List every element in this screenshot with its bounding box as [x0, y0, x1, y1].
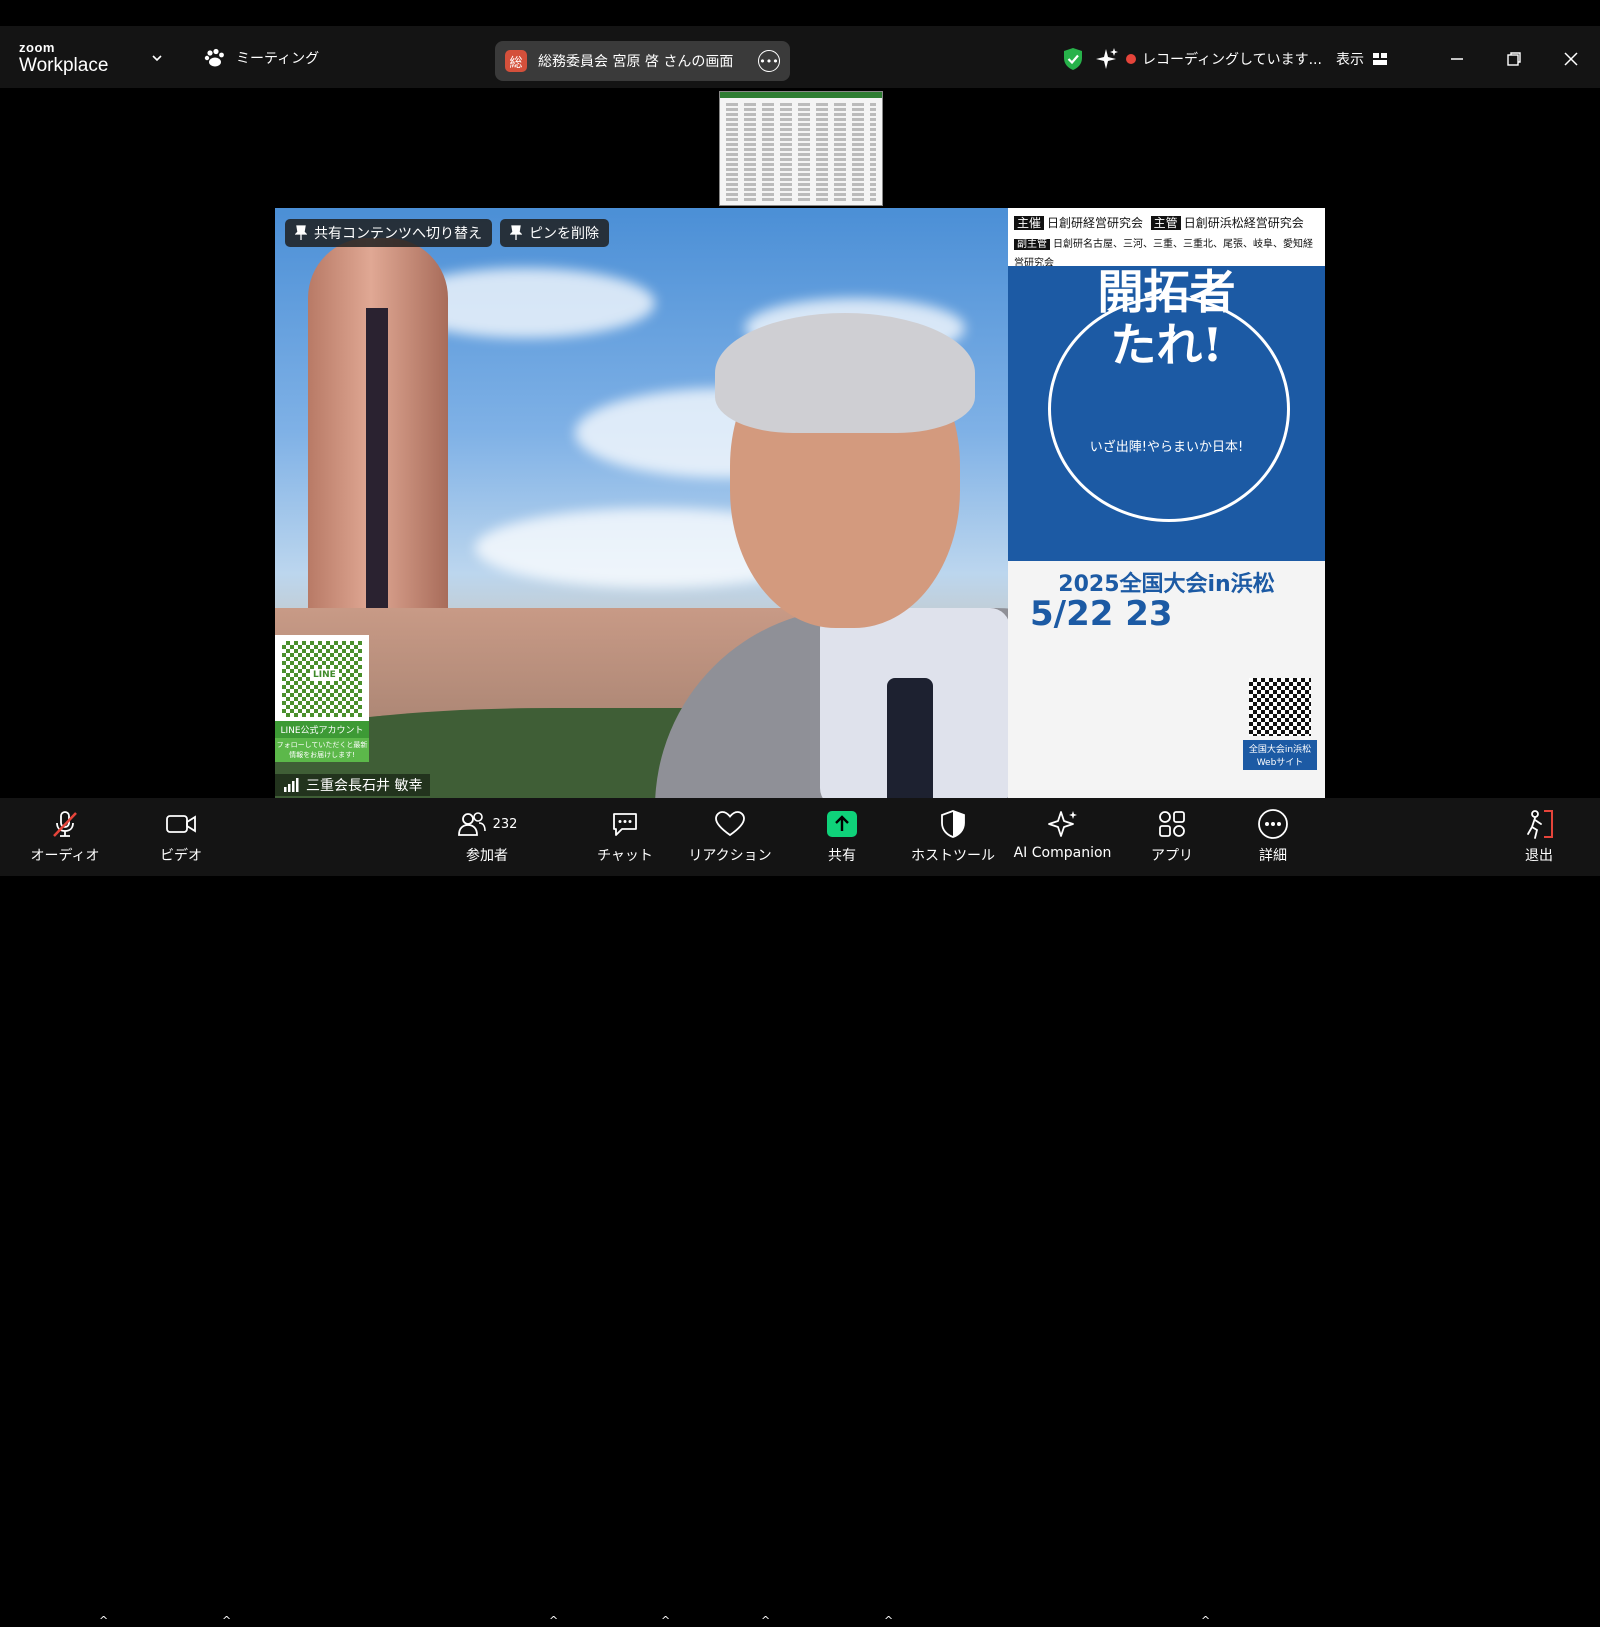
share-title: 総務委員会 宮原 啓 さんの画面 — [538, 54, 734, 70]
encryption-shield[interactable] — [1060, 46, 1086, 72]
leave-label: 退出 — [1525, 848, 1553, 864]
line-qr-code: LINE — [275, 635, 369, 723]
more-button[interactable]: 詳細 — [1223, 798, 1323, 876]
signal-icon — [284, 778, 299, 792]
speaker-tie — [887, 678, 933, 798]
heart-icon — [715, 811, 745, 837]
switch-to-shared-content-button[interactable]: 共有コンテンツへ切り替え — [285, 219, 492, 247]
apps-label: アプリ — [1151, 848, 1193, 864]
line-follow-text: フォローしていただくと最新情報をお届けします! — [275, 738, 369, 762]
participants-options-caret[interactable]: ^ — [549, 1614, 558, 1627]
remove-pin-button[interactable]: ピンを削除 — [500, 219, 609, 247]
poster-qr-code — [1249, 678, 1311, 736]
people-icon — [457, 812, 486, 836]
recording-label: レコーディングしています... — [1142, 52, 1322, 68]
video-button[interactable]: ビデオ — [131, 798, 231, 876]
grid-icon — [1373, 53, 1387, 65]
ai-companion-button[interactable]: AI Companion — [1000, 798, 1125, 876]
reactions-options-caret[interactable]: ^ — [761, 1614, 770, 1627]
share-options-caret[interactable]: ^ — [884, 1614, 893, 1627]
mic-muted-icon — [53, 811, 77, 837]
meeting-menu-label: ミーティング — [236, 51, 320, 67]
chat-button[interactable]: チャット — [575, 798, 675, 876]
reactions-button[interactable]: リアクション — [680, 798, 780, 876]
poster-date: 5/22 23 — [1030, 594, 1173, 634]
participant-name-tag: 三重会長石井 敏幸 — [275, 774, 431, 796]
close-button[interactable] — [1558, 46, 1584, 72]
more-icon — [1258, 809, 1288, 839]
audio-options-caret[interactable]: ^ — [99, 1614, 108, 1627]
share-label: 共有 — [828, 848, 856, 864]
camera-icon — [166, 815, 196, 833]
brand-workplace: Workplace — [19, 55, 109, 76]
participant-name: 三重会長石井 敏幸 — [306, 778, 423, 794]
ai-sparkle-button[interactable] — [1093, 46, 1119, 72]
audio-label: オーディオ — [30, 848, 100, 864]
apps-button[interactable]: アプリ — [1122, 798, 1222, 876]
brand-zoom: zoom — [19, 40, 55, 55]
chat-icon — [613, 813, 637, 836]
poster-organizers: 主催 日創研経営研究会 主管 日創研浜松経営研究会 副主管 日創研名古屋、三河、三重、… — [1008, 208, 1325, 272]
view-menu[interactable]: 表示 — [1336, 45, 1388, 73]
screen-share-indicator[interactable]: 総 総務委員会 宮原 啓 さんの画面 ••• — [495, 41, 790, 81]
minimize-icon — [1451, 58, 1463, 60]
audio-button[interactable]: オーディオ — [15, 798, 115, 876]
close-icon — [1564, 52, 1578, 66]
spreadsheet-rows — [720, 98, 882, 205]
event-poster: 主催 日創研経営研究会 主管 日創研浜松経営研究会 副主管 日創研名古屋、三河、三重、… — [1008, 208, 1325, 798]
speaker-hair — [715, 313, 975, 433]
shared-screen-thumbnail[interactable] — [719, 91, 883, 206]
shield-check-icon — [1064, 48, 1082, 70]
paw-icon — [204, 48, 224, 67]
sparkle-icon — [1047, 811, 1077, 837]
poster-web-label: 全国大会in浜松 Webサイト — [1243, 740, 1317, 770]
video-label: ビデオ — [160, 848, 202, 864]
restore-icon — [1507, 52, 1521, 66]
sparkle-icon — [1096, 48, 1118, 69]
pin-button-label: ピンを削除 — [529, 226, 599, 242]
reactions-label: リアクション — [688, 848, 772, 864]
apps-icon — [1159, 811, 1185, 837]
participant-count: 232 — [492, 816, 518, 832]
host-tools-label: ホストツール — [911, 848, 995, 864]
chat-label: チャット — [597, 848, 653, 864]
app-brand: zoom Workplace — [19, 41, 108, 75]
apps-options-caret[interactable]: ^ — [1201, 1614, 1210, 1627]
participants-button[interactable]: 232 参加者 — [437, 798, 537, 876]
poster-main-title: 開拓者 たれ! — [1097, 265, 1236, 372]
brand-menu-toggle[interactable] — [150, 50, 164, 69]
more-label: 詳細 — [1259, 848, 1287, 864]
minimize-button[interactable] — [1444, 46, 1470, 72]
leave-icon — [1527, 810, 1553, 839]
participants-label: 参加者 — [466, 848, 508, 864]
host-shield-icon — [941, 810, 965, 838]
background-tower — [308, 238, 448, 638]
recording-indicator[interactable]: レコーディングしています... — [1126, 45, 1322, 73]
restore-button[interactable] — [1501, 46, 1527, 72]
ellipsis-icon[interactable]: ••• — [758, 50, 780, 72]
pin-icon — [295, 225, 307, 240]
share-arrow-icon — [827, 811, 857, 837]
record-icon — [1126, 54, 1136, 64]
chevron-down-icon — [152, 55, 162, 62]
host-tools-button[interactable]: ホストツール — [903, 798, 1003, 876]
poster-subtitle: いざ出陣!やらまいか日本! — [1089, 440, 1244, 455]
leave-button[interactable]: 退出 — [1489, 798, 1589, 876]
line-account-label: LINE公式アカウント — [275, 721, 369, 738]
ai-companion-label: AI Companion — [1013, 845, 1112, 861]
chat-options-caret[interactable]: ^ — [661, 1614, 670, 1627]
pin-button-label: 共有コンテンツへ切り替え — [314, 226, 482, 242]
view-label: 表示 — [1336, 52, 1364, 68]
speaker-video[interactable]: 共有コンテンツへ切り替え ピンを削除 主催 日創研経営研究会 主管 日創研浜松経営研… — [275, 208, 1325, 798]
share-button[interactable]: 共有 — [792, 798, 892, 876]
line-qr-label: LINE — [310, 669, 339, 681]
meeting-toolbar: オーディオ ^ ビデオ ^ 232 参加者 ^ チャット ^ リアクション ^ … — [0, 798, 1600, 1627]
pin-icon — [510, 225, 522, 240]
sharer-avatar: 総 — [505, 50, 527, 72]
video-options-caret[interactable]: ^ — [222, 1614, 231, 1627]
meeting-menu[interactable]: ミーティング — [204, 48, 319, 68]
